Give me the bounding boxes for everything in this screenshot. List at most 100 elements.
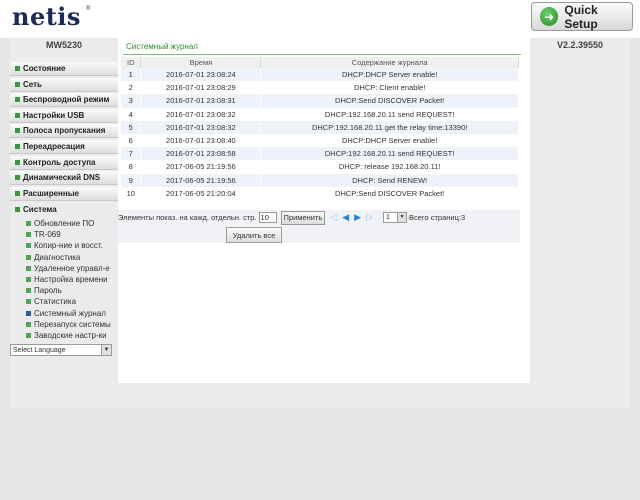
- submenu-item-firmware[interactable]: Обновление ПО: [26, 218, 118, 229]
- page-select[interactable]: 1 ▼: [383, 212, 407, 223]
- row-message: DHCP:DHCP Server enable!: [260, 68, 519, 82]
- sidebar-item-usb[interactable]: Настройки USB: [10, 108, 118, 123]
- language-select[interactable]: Select Language ▼: [10, 344, 112, 356]
- bullet-icon: [26, 254, 31, 260]
- sidebar-item-label: Динамический DNS: [23, 173, 101, 183]
- registered-mark: ®: [86, 6, 91, 12]
- bullet-icon: [26, 332, 31, 338]
- square-icon: [15, 128, 20, 134]
- page-select-value: 1: [386, 214, 390, 221]
- submenu-item-statistics[interactable]: Статистика: [26, 296, 118, 307]
- sidebar-item-status[interactable]: Состояние: [10, 62, 118, 76]
- row-time: 2016-07-01 23:08:32: [140, 107, 262, 121]
- arrow-right-icon: ➜: [540, 7, 559, 26]
- submenu-label: Пароль: [34, 286, 62, 296]
- row-id: 4: [121, 107, 142, 121]
- row-message: DHCP: release 192.168.20.11!: [260, 160, 519, 174]
- submenu-label: Копир-ние и восст.: [34, 241, 103, 251]
- model-name: MW5230: [45, 40, 82, 50]
- row-id: 1: [121, 68, 142, 82]
- apply-button[interactable]: Применить: [280, 210, 326, 225]
- bullet-icon: [26, 232, 31, 238]
- next-page-icon[interactable]: ▶: [354, 212, 361, 223]
- sidebar-item-label: Расширенные: [23, 188, 79, 198]
- table-row: 3 2016-07-01 23:08:31 DHCP:Send DISCOVER P…: [121, 94, 519, 108]
- submenu-label: Настройка времени: [34, 274, 108, 284]
- title-divider: [123, 54, 521, 55]
- sidebar-item-label: Полоса пропускания: [23, 126, 106, 136]
- sidebar-item-label: Сеть: [23, 79, 42, 89]
- submenu-item-password[interactable]: Пароль: [26, 285, 118, 296]
- prev-page-icon[interactable]: ◀: [342, 212, 349, 223]
- pager: Элементы показ. на кажд. отдельн. стр. 1…: [118, 210, 520, 225]
- sidebar-item-system[interactable]: Система: [10, 202, 118, 216]
- row-message: DHCP:DHCP Server enable!: [260, 133, 519, 148]
- table-row: 1 2016-07-01 23:08:24 DHCP:DHCP Server ena…: [121, 68, 519, 82]
- row-id: 8: [121, 160, 142, 174]
- sidebar-item-advanced[interactable]: Расширенные: [10, 186, 118, 201]
- submenu-item-diagnostics[interactable]: Диагностика: [26, 252, 118, 263]
- row-id: 10: [121, 186, 142, 200]
- square-icon: [15, 175, 20, 181]
- column-header-id: ID: [121, 57, 142, 68]
- language-select-value: Select Language: [13, 346, 66, 354]
- first-page-icon[interactable]: ◁: [330, 212, 337, 223]
- clear-all-button[interactable]: Удалить все: [226, 227, 282, 243]
- submenu-item-syslog[interactable]: Системный журнал: [26, 307, 118, 318]
- submenu-label: Перезапуск системы: [34, 319, 111, 329]
- submenu-item-backup[interactable]: Копир-ние и восст.: [26, 240, 118, 251]
- sidebar-item-bandwidth[interactable]: Полоса пропускания: [10, 124, 118, 139]
- bullet-icon: [26, 299, 31, 305]
- submenu-item-tr069[interactable]: TR-069: [26, 229, 118, 240]
- row-time: 2017-06-05 21:19:56: [140, 173, 262, 187]
- last-page-icon[interactable]: ▷: [366, 212, 373, 223]
- square-icon: [15, 159, 20, 165]
- sidebar-item-ddns[interactable]: Динамический DNS: [10, 171, 118, 186]
- square-icon: [15, 143, 20, 149]
- submenu-item-time[interactable]: Настройка времени: [26, 274, 118, 285]
- row-time: 2017-06-05 21:20:04: [140, 186, 262, 200]
- bullet-icon: [26, 221, 31, 227]
- firmware-version: V2.2.39550: [556, 40, 604, 50]
- sidebar-item-access-control[interactable]: Контроль доступа: [10, 155, 118, 170]
- submenu-label: Статистика: [34, 297, 77, 307]
- row-id: 6: [121, 133, 142, 148]
- table-row: 8 2017-06-05 21:19:56 DHCP: release 192.16…: [121, 160, 519, 174]
- submenu-label: Системный журнал: [34, 308, 106, 318]
- row-message: DHCP:192.168.20.11 send REQUEST!: [260, 147, 519, 161]
- row-id: 7: [121, 147, 142, 161]
- table-row: 9 2017-06-05 21:19:56 DHCP: Send RENEW!: [121, 173, 519, 187]
- sidebar-item-forwarding[interactable]: Переадресация: [10, 139, 118, 154]
- row-message: DHCP:192.168.20.11 get the relay time:13…: [260, 120, 519, 134]
- square-icon: [15, 112, 20, 118]
- submenu-label: Заводские настр-ки: [34, 330, 107, 340]
- row-message: DHCP:Send DISCOVER Packet!: [260, 94, 519, 108]
- sidebar-item-wireless[interactable]: Беспроводной режим: [10, 93, 118, 108]
- content-panel: Системный журнал ID Время Содержание жур…: [118, 38, 530, 383]
- per-page-input[interactable]: 10: [258, 212, 277, 223]
- row-time: 2016-07-01 23:08:40: [140, 133, 262, 148]
- sidebar-item-network[interactable]: Сеть: [10, 77, 118, 92]
- header: netis ® ➜ Quick Setup: [0, 0, 640, 38]
- chevron-down-icon: ▼: [101, 345, 111, 355]
- submenu-item-factory[interactable]: Заводские настр-ки: [26, 330, 118, 341]
- square-icon: [15, 190, 20, 196]
- netis-logo: netis: [12, 2, 81, 31]
- bullet-icon: [26, 310, 31, 316]
- row-time: 2016-07-01 23:08:32: [140, 120, 262, 134]
- sidebar-item-label: Система: [23, 204, 57, 214]
- submenu-label: Удаленное управл-е: [34, 263, 110, 273]
- bullet-icon: [26, 276, 31, 282]
- submenu-item-reboot[interactable]: Перезапуск системы: [26, 319, 118, 330]
- submenu-item-remote[interactable]: Удаленное управл-е: [26, 263, 118, 274]
- submenu-label: Обновление ПО: [34, 219, 95, 229]
- row-id: 5: [121, 120, 142, 134]
- column-header-time: Время: [140, 57, 262, 68]
- quick-setup-button[interactable]: ➜ Quick Setup: [531, 2, 633, 31]
- log-table: ID Время Содержание журнала 1 2016-07-01 …: [121, 57, 519, 200]
- row-message: DHCP: Send RENEW!: [260, 173, 519, 187]
- row-message: DHCP:Send DISCOVER Packet!: [260, 186, 519, 200]
- column-header-content: Содержание журнала: [260, 57, 519, 68]
- row-time: 2017-06-05 21:19:56: [140, 160, 262, 174]
- table-row: 4 2016-07-01 23:08:32 DHCP:192.168.20.11 s…: [121, 107, 519, 121]
